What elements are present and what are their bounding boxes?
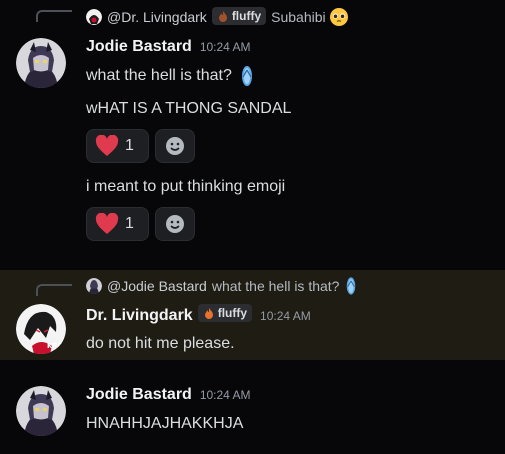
thong-sandal-icon bbox=[241, 66, 252, 86]
jodie-bastard-avatar[interactable] bbox=[16, 38, 66, 88]
reply-preview[interactable]: @Dr. Livingdark fluffy Subahibi bbox=[86, 7, 349, 27]
server-tag-label: fluffy bbox=[231, 9, 262, 23]
add-reaction-button[interactable] bbox=[155, 129, 195, 163]
flame-icon bbox=[204, 308, 213, 319]
message-text: HNAHHJAJHAKKHJA bbox=[86, 413, 243, 435]
author-name[interactable]: Jodie Bastard bbox=[86, 38, 192, 56]
timestamp[interactable]: 10:24 AM bbox=[260, 309, 311, 323]
timestamp[interactable]: 10:24 AM bbox=[200, 40, 251, 54]
jodie-bastard-mini-avatar bbox=[86, 278, 102, 294]
reaction-bar: 1 bbox=[86, 207, 195, 241]
reaction-bar: 1 bbox=[86, 129, 195, 163]
message-text: do not hit me please. bbox=[86, 333, 235, 355]
reply-text[interactable]: Subahibi bbox=[271, 9, 326, 25]
message-group-1: @Dr. Livingdark fluffy Subahibi Jodie Ba… bbox=[0, 0, 505, 250]
jodie-bastard-avatar[interactable] bbox=[16, 386, 66, 436]
thong-sandal-icon bbox=[347, 277, 356, 295]
message-header: Jodie Bastard 10:24 AM bbox=[86, 38, 251, 56]
message-line: do not hit me please. bbox=[86, 335, 235, 352]
message-text: what the hell is that? bbox=[86, 65, 254, 87]
add-reaction-icon bbox=[166, 215, 184, 233]
message-line: HNAHHJAJHAKKHJA bbox=[86, 415, 244, 432]
message-text: wHAT IS A THONG SANDAL bbox=[86, 98, 291, 120]
server-tag[interactable]: fluffy bbox=[197, 304, 253, 322]
server-tag[interactable]: fluffy bbox=[211, 7, 267, 25]
dr-livingdark-mini-avatar bbox=[86, 9, 102, 25]
reaction-heart[interactable]: 1 bbox=[86, 207, 149, 241]
message-group-3: Jodie Bastard 10:24 AM HNAHHJAJHAKKHJA bbox=[0, 380, 505, 454]
reply-author[interactable]: @Jodie Bastard bbox=[107, 278, 207, 294]
svg-text:KFC: KFC bbox=[47, 342, 62, 350]
author-name[interactable]: Jodie Bastard bbox=[86, 386, 192, 404]
dr-livingdark-avatar[interactable]: KFC bbox=[16, 304, 66, 354]
message-group-2-highlighted: @Jodie Bastard what the hell is that? KF… bbox=[0, 270, 505, 360]
message-line: what the hell is that? bbox=[86, 67, 232, 84]
reply-connector bbox=[36, 284, 72, 296]
reaction-count: 1 bbox=[125, 215, 134, 232]
reply-preview[interactable]: @Jodie Bastard what the hell is that? bbox=[86, 276, 357, 296]
reply-text[interactable]: what the hell is that? bbox=[212, 278, 340, 294]
reaction-count: 1 bbox=[125, 137, 134, 154]
server-tag-label: fluffy bbox=[217, 306, 248, 320]
message-header: Dr. Livingdark fluffy 10:24 AM bbox=[86, 304, 311, 325]
message-text: i meant to put thinking emoji bbox=[86, 176, 285, 198]
author-name[interactable]: Dr. Livingdark bbox=[86, 307, 193, 325]
reply-connector bbox=[36, 10, 72, 22]
message-header: Jodie Bastard 10:24 AM bbox=[86, 386, 251, 404]
timestamp[interactable]: 10:24 AM bbox=[200, 388, 251, 402]
add-reaction-button[interactable] bbox=[155, 207, 195, 241]
pleading-face-icon bbox=[329, 8, 348, 26]
message-line: wHAT IS A THONG SANDAL bbox=[86, 100, 292, 117]
message-line: i meant to put thinking emoji bbox=[86, 178, 286, 195]
reaction-heart[interactable]: 1 bbox=[86, 129, 149, 163]
add-reaction-icon bbox=[166, 137, 184, 155]
reply-author[interactable]: @Dr. Livingdark bbox=[107, 9, 207, 25]
heart-icon bbox=[95, 135, 119, 156]
flame-icon bbox=[218, 11, 227, 22]
heart-icon bbox=[95, 213, 119, 234]
